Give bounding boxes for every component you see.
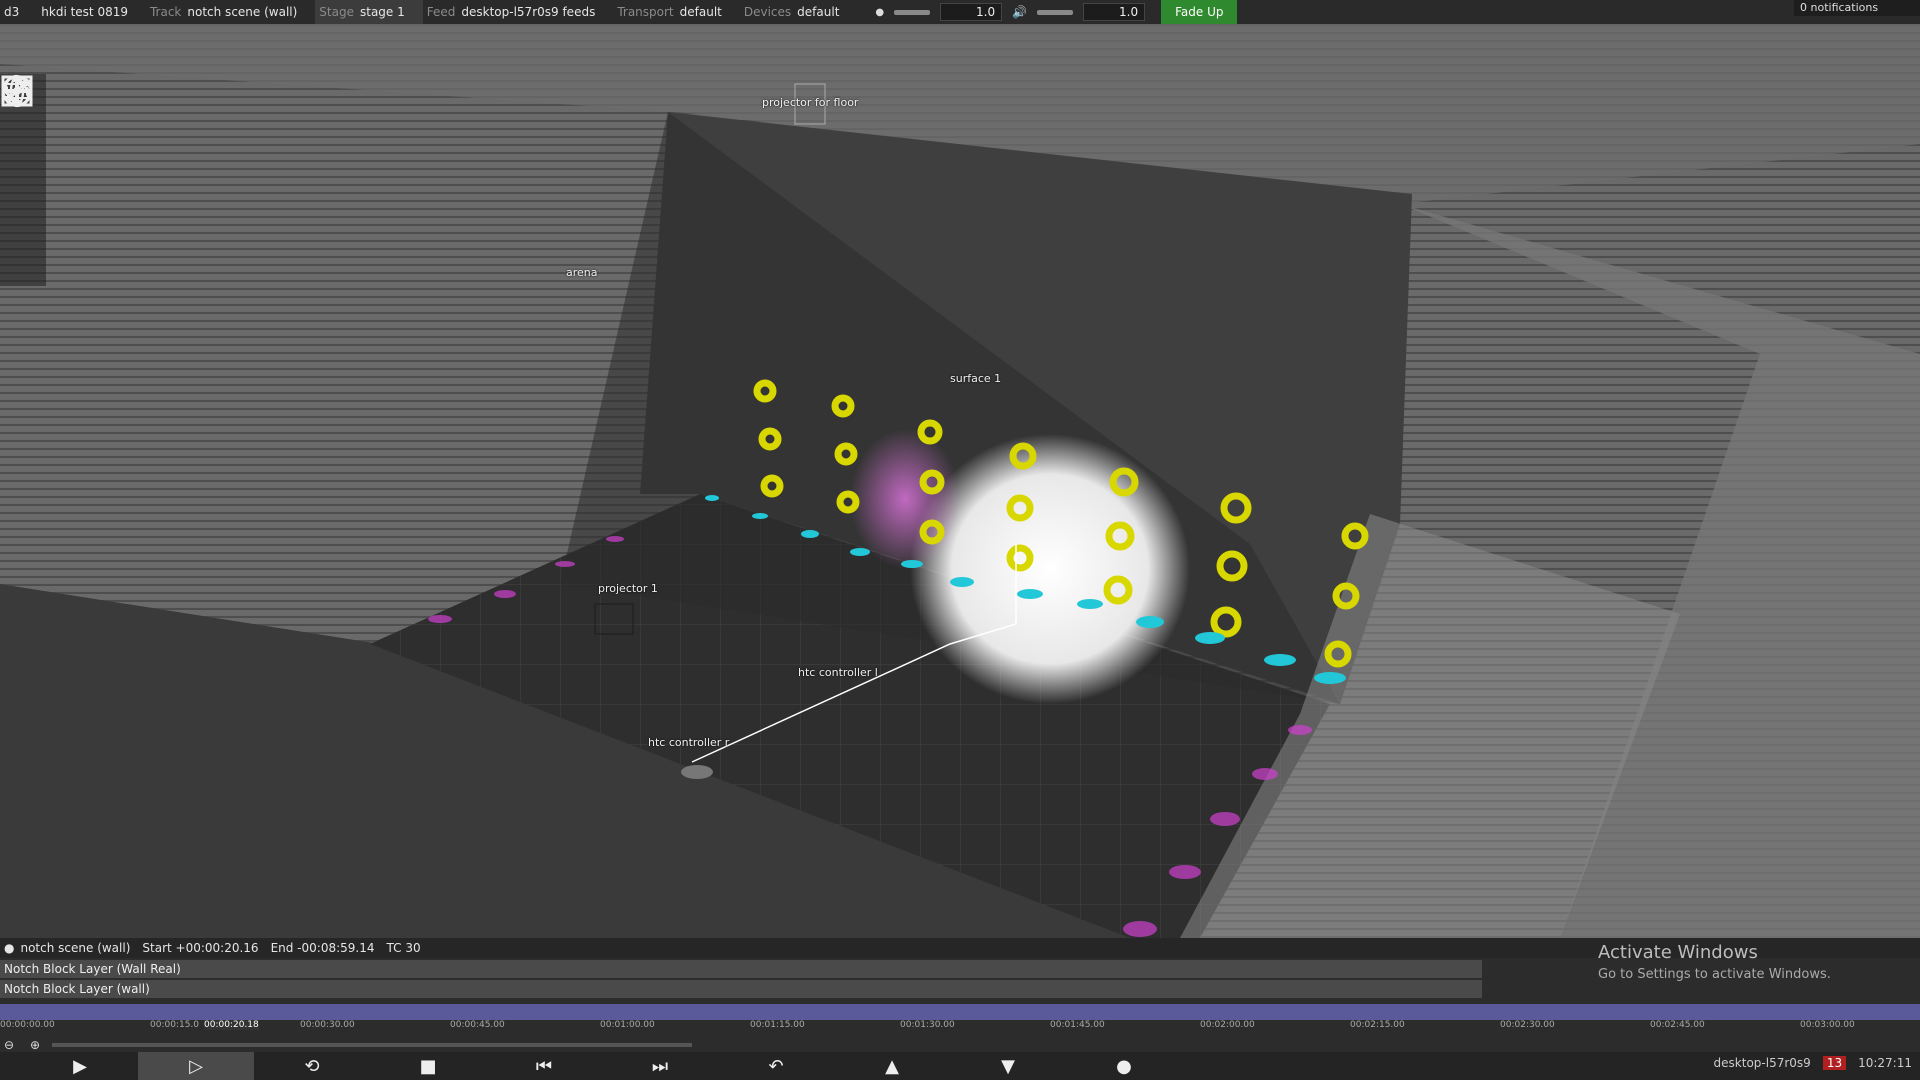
tick-label: 00:00:15.0 — [150, 1020, 200, 1030]
watermark-subtitle: Go to Settings to activate Windows. — [1598, 967, 1831, 982]
app-name[interactable]: d3 — [0, 0, 37, 24]
transport-controls: ▶ ▷ ⟲ ■ ⏮ ⏭ ↶ ▲ ▼ ● — [0, 1052, 1920, 1080]
devices-label: Devices — [743, 5, 792, 19]
timeline-ruler[interactable] — [0, 1004, 1920, 1020]
timeline-start: Start +00:00:20.16 — [142, 941, 259, 955]
volume-slider[interactable] — [1037, 9, 1074, 15]
tick-label: 00:01:45.00 — [1050, 1020, 1105, 1030]
arena-label[interactable]: arena — [566, 266, 598, 279]
stage-value: stage 1 — [359, 5, 405, 19]
timeline-end: End -00:08:59.14 — [270, 941, 375, 955]
play-section-icon[interactable]: ▷ — [138, 1052, 254, 1080]
next-icon[interactable]: ⏭ — [602, 1052, 718, 1080]
tick-label: 00:03:00.00 — [1800, 1020, 1855, 1030]
layer-row[interactable]: Notch Block Layer (Wall Real) — [0, 960, 1482, 978]
brightness-slider[interactable] — [894, 9, 931, 15]
track-value: notch scene (wall) — [187, 5, 298, 19]
tick-label: 00:02:00.00 — [1200, 1020, 1255, 1030]
devices-selector[interactable]: Devices default — [740, 0, 858, 24]
track-label: Track — [149, 5, 182, 19]
feed-label: Feed — [426, 5, 456, 19]
status-area: desktop-l57r0s9 13 10:27:11 — [1714, 1056, 1912, 1070]
play-icon[interactable]: ▶ — [22, 1052, 138, 1080]
htc-controller-l-label[interactable]: htc controller l — [798, 666, 878, 679]
brightness-value[interactable]: 1.0 — [940, 3, 1003, 21]
machine-name: desktop-l57r0s9 — [1713, 1056, 1811, 1070]
speaker-icon: 🔊 — [1012, 5, 1028, 19]
notifications-indicator[interactable]: 0 notifications — [1794, 0, 1920, 16]
htc-controller-r-label[interactable]: htc controller r — [648, 736, 729, 749]
up-icon[interactable]: ▲ — [834, 1052, 950, 1080]
transport-label: Transport — [617, 5, 674, 19]
loop-icon[interactable]: ⟲ — [254, 1052, 370, 1080]
tick-label: 00:01:30.00 — [900, 1020, 955, 1030]
zoom-out-icon[interactable]: ⊖ — [4, 1038, 14, 1052]
htc-controller-r-model — [681, 765, 713, 779]
tick-label: 00:01:00.00 — [600, 1020, 655, 1030]
stage-label: Stage — [319, 5, 354, 19]
feed-value: desktop-l57r0s9 feeds — [461, 5, 596, 19]
3d-viewport[interactable]: projector for floor arena surface 1 proj… — [0, 24, 1920, 938]
timeline-track-name[interactable]: notch scene (wall) — [20, 941, 130, 955]
fade-up-button[interactable]: Fade Up — [1161, 0, 1238, 24]
tick-label: 00:01:15.00 — [750, 1020, 805, 1030]
timeline-panel: ● notch scene (wall) Start +00:00:20.16 … — [0, 938, 1920, 1080]
layer-row[interactable]: Notch Block Layer (wall) — [0, 980, 1482, 998]
stop-icon[interactable]: ■ — [370, 1052, 486, 1080]
globe-icon[interactable] — [0, 75, 46, 286]
volume-value[interactable]: 1.0 — [1083, 3, 1146, 21]
top-bar: d3 hkdi test 0819 Track notch scene (wal… — [0, 0, 1920, 24]
return-icon[interactable]: ↶ — [718, 1052, 834, 1080]
rotate-icon[interactable] — [0, 74, 46, 190]
brightness-icon: ● — [875, 6, 885, 18]
stage-selector[interactable]: Stage stage 1 — [315, 0, 423, 24]
tick-label: 00:02:30.00 — [1500, 1020, 1555, 1030]
transport-selector[interactable]: Transport default — [613, 0, 740, 24]
zoom-scrollbar[interactable] — [52, 1043, 692, 1047]
windows-activation-watermark: Activate Windows Go to Settings to activ… — [1598, 942, 1831, 982]
tick-label: 00:02:15.00 — [1350, 1020, 1405, 1030]
surface-label[interactable]: surface 1 — [950, 372, 1001, 385]
projector-floor-label[interactable]: projector for floor — [762, 96, 858, 109]
devices-value: default — [797, 5, 840, 19]
project-name[interactable]: hkdi test 0819 — [37, 0, 146, 24]
tick-label: 00:00:45.00 — [450, 1020, 505, 1030]
tick-label: 00:00:30.00 — [300, 1020, 355, 1030]
tool-palette: 3D — [0, 74, 46, 286]
track-info-icon[interactable]: ● — [4, 941, 14, 955]
track-selector[interactable]: Track notch scene (wall) — [146, 0, 315, 24]
tick-label: 00:02:45.00 — [1650, 1020, 1705, 1030]
previous-icon[interactable]: ⏮ — [486, 1052, 602, 1080]
scene-render — [0, 24, 1920, 938]
projector-1-label[interactable]: projector 1 — [598, 582, 658, 595]
clock: 10:27:11 — [1858, 1056, 1912, 1070]
tick-label: 00:00:00.00 — [0, 1020, 55, 1030]
record-icon[interactable]: ● — [1066, 1052, 1182, 1080]
timeline-ticks: 00:00:00.00 00:00:15.0 00:00:30.00 00:00… — [0, 1020, 1920, 1034]
playhead-time[interactable]: 00:00:20.18 — [204, 1020, 259, 1030]
feed-selector[interactable]: Feed desktop-l57r0s9 feeds — [423, 0, 614, 24]
zoom-in-icon[interactable]: ⊕ — [30, 1038, 40, 1052]
timeline-tc: TC 30 — [386, 941, 421, 955]
down-icon[interactable]: ▼ — [950, 1052, 1066, 1080]
scale-icon[interactable] — [0, 75, 46, 238]
alert-badge[interactable]: 13 — [1822, 1056, 1847, 1070]
watermark-title: Activate Windows — [1598, 942, 1758, 963]
transport-value: default — [679, 5, 722, 19]
